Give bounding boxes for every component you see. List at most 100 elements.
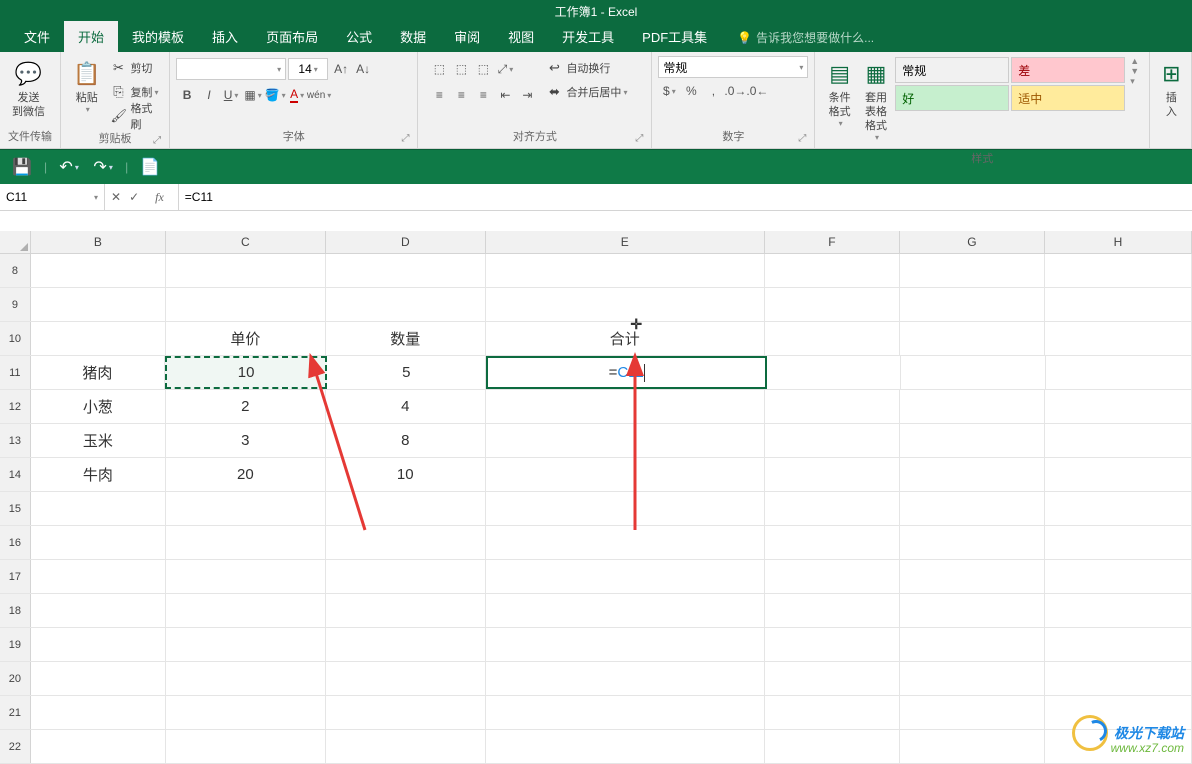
tab-pdf-tools[interactable]: PDF工具集	[628, 21, 721, 52]
cell-h12[interactable]	[1045, 390, 1192, 423]
cell-d21[interactable]	[326, 696, 486, 729]
cell-b15[interactable]	[31, 492, 166, 525]
cell-b8[interactable]	[31, 254, 166, 287]
cell-c13[interactable]: 3	[166, 424, 326, 457]
cell-e14[interactable]	[486, 458, 765, 491]
cell-e12[interactable]	[486, 390, 765, 423]
enter-formula-button[interactable]: ✓	[129, 190, 139, 204]
cell-g18[interactable]	[900, 594, 1045, 627]
cell-e19[interactable]	[486, 628, 765, 661]
cell-c21[interactable]	[166, 696, 326, 729]
cell-e20[interactable]	[486, 662, 765, 695]
gallery-up-button[interactable]: ▲	[1130, 56, 1139, 66]
cell-styles-gallery[interactable]: 常规 差 好 适中	[894, 56, 1126, 112]
table-format-button[interactable]: ▦ 套用 表格格式▾	[858, 56, 894, 148]
cell-b19[interactable]	[31, 628, 166, 661]
tab-insert[interactable]: 插入	[198, 21, 252, 52]
cell-h18[interactable]	[1045, 594, 1192, 627]
cell-c17[interactable]	[166, 560, 326, 593]
cell-d12[interactable]: 4	[326, 390, 486, 423]
row-header-20[interactable]: 20	[0, 662, 31, 695]
tell-me-search[interactable]: 💡告诉我您想要做什么...	[731, 23, 880, 52]
column-header-h[interactable]: H	[1045, 231, 1192, 253]
cell-g9[interactable]	[900, 288, 1045, 321]
save-button[interactable]: 💾	[10, 155, 34, 179]
cell-d16[interactable]	[326, 526, 486, 559]
row-header-21[interactable]: 21	[0, 696, 31, 729]
cell-b21[interactable]	[31, 696, 166, 729]
conditional-format-button[interactable]: ▤ 条件格式▾	[821, 56, 857, 134]
cell-f8[interactable]	[765, 254, 900, 287]
cell-e17[interactable]	[486, 560, 765, 593]
cell-d14[interactable]: 10	[326, 458, 486, 491]
tab-home[interactable]: 开始	[64, 21, 118, 52]
italic-button[interactable]: I	[199, 85, 219, 105]
cell-g16[interactable]	[900, 526, 1045, 559]
tab-developer[interactable]: 开发工具	[548, 21, 628, 52]
align-left-button[interactable]: ≡	[429, 85, 449, 105]
row-header-13[interactable]: 13	[0, 424, 31, 457]
align-bottom-button[interactable]: ⬚	[473, 59, 493, 79]
cell-c12[interactable]: 2	[166, 390, 326, 423]
cell-b18[interactable]	[31, 594, 166, 627]
orientation-button[interactable]: ⤢▾	[495, 59, 515, 79]
cell-g11[interactable]	[901, 356, 1045, 389]
increase-indent-button[interactable]: ⇥	[517, 85, 537, 105]
style-good[interactable]: 好	[895, 85, 1009, 111]
insert-cells-button[interactable]: ⊞ 插入	[1156, 56, 1186, 123]
paste-button[interactable]: 📋 粘贴▾	[67, 56, 106, 119]
cell-f13[interactable]	[765, 424, 900, 457]
font-name-select[interactable]: ▾	[176, 58, 286, 80]
cell-h8[interactable]	[1045, 254, 1192, 287]
cell-f9[interactable]	[765, 288, 900, 321]
decrease-decimal-button[interactable]: .0←	[747, 81, 767, 101]
cell-f18[interactable]	[765, 594, 900, 627]
cell-d22[interactable]	[326, 730, 486, 763]
cell-h10[interactable]	[1045, 322, 1192, 355]
cell-d20[interactable]	[326, 662, 486, 695]
cell-b16[interactable]	[31, 526, 166, 559]
cell-f10[interactable]	[765, 322, 900, 355]
properties-button[interactable]: 📄	[138, 155, 162, 179]
increase-font-button[interactable]: A↑	[331, 59, 351, 79]
row-header-17[interactable]: 17	[0, 560, 31, 593]
cell-h17[interactable]	[1045, 560, 1192, 593]
cell-b14[interactable]: 牛肉	[31, 458, 166, 491]
style-normal[interactable]: 常规	[895, 57, 1009, 83]
currency-button[interactable]: $▾	[659, 81, 679, 101]
column-header-e[interactable]: E	[486, 231, 765, 253]
align-right-button[interactable]: ≡	[473, 85, 493, 105]
font-size-select[interactable]: 14▾	[288, 58, 328, 80]
tab-page-layout[interactable]: 页面布局	[252, 21, 332, 52]
cell-e22[interactable]	[486, 730, 765, 763]
fx-icon[interactable]: fx	[147, 190, 172, 205]
cell-d17[interactable]	[326, 560, 486, 593]
tab-file[interactable]: 文件	[10, 21, 64, 52]
wrap-text-button[interactable]: ↩自动换行	[546, 58, 627, 78]
fill-color-button[interactable]: 🪣▾	[265, 85, 285, 105]
cell-f12[interactable]	[765, 390, 900, 423]
cell-e11[interactable]: =C11	[486, 356, 767, 389]
cell-g20[interactable]	[900, 662, 1045, 695]
column-header-b[interactable]: B	[31, 231, 166, 253]
cell-b17[interactable]	[31, 560, 166, 593]
cell-g21[interactable]	[900, 696, 1045, 729]
cell-d8[interactable]	[326, 254, 486, 287]
row-header-11[interactable]: 11	[0, 356, 31, 389]
column-header-f[interactable]: F	[765, 231, 900, 253]
cell-b22[interactable]	[31, 730, 166, 763]
decrease-font-button[interactable]: A↓	[353, 59, 373, 79]
cell-c22[interactable]	[166, 730, 326, 763]
style-bad[interactable]: 差	[1011, 57, 1125, 83]
row-header-10[interactable]: 10	[0, 322, 31, 355]
cell-h20[interactable]	[1045, 662, 1192, 695]
cell-b10[interactable]	[31, 322, 166, 355]
cell-c11[interactable]: 10	[165, 356, 327, 389]
percent-button[interactable]: %	[681, 81, 701, 101]
cell-f11[interactable]	[767, 356, 901, 389]
cancel-formula-button[interactable]: ✕	[111, 190, 121, 204]
cell-e21[interactable]	[486, 696, 765, 729]
cell-f21[interactable]	[765, 696, 900, 729]
style-neutral[interactable]: 适中	[1011, 85, 1125, 111]
name-box[interactable]: C11▾	[0, 184, 105, 210]
